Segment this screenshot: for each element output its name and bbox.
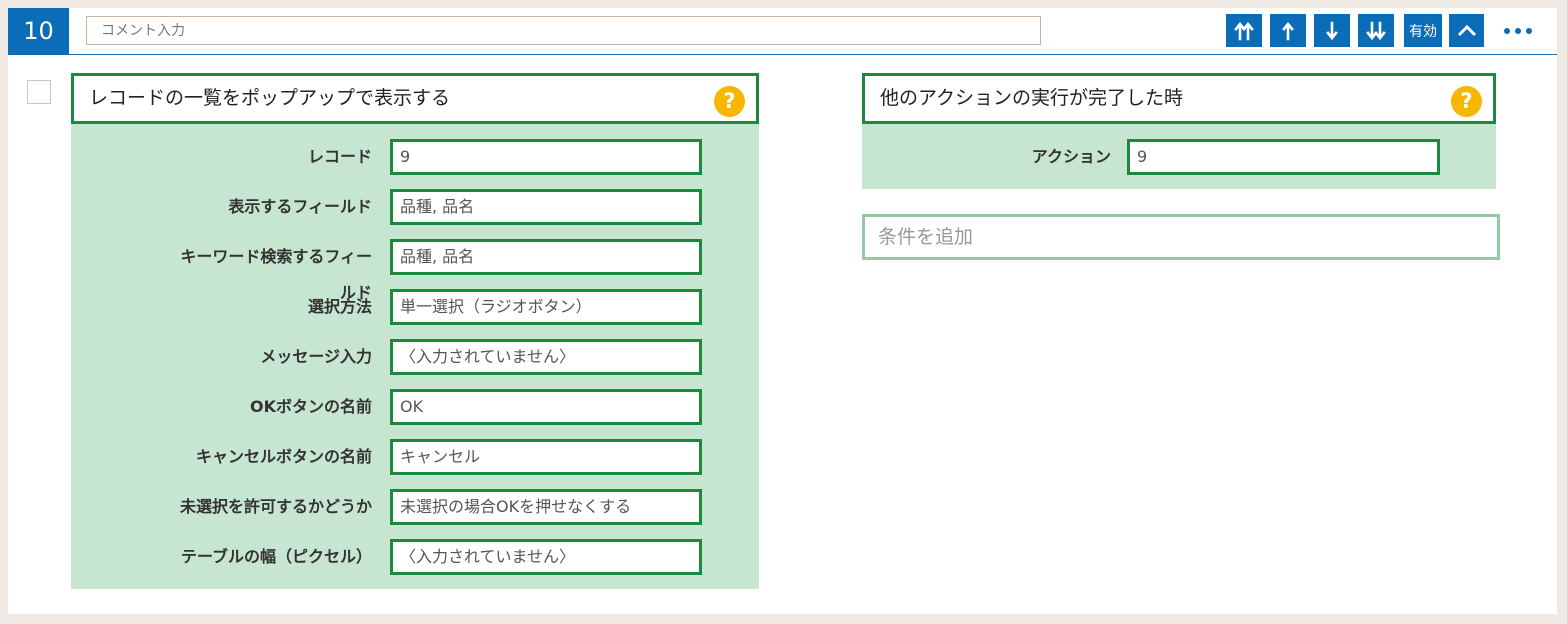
action-title-text: レコードの一覧をポップアップで表示する [89, 87, 451, 109]
field-label: キャンセルボタンの名前 [195, 447, 372, 466]
double-arrow-down-icon [1365, 21, 1387, 41]
more-horizontal-icon [1502, 27, 1534, 35]
action-settings-panel: レコード 9 表示するフィールド 品種, 品名 キーワード検索するフィールド 品種, 品名… [71, 124, 759, 589]
step-number: 10 [8, 8, 69, 55]
move-up-button[interactable] [1270, 14, 1306, 47]
move-to-top-button[interactable] [1226, 14, 1262, 47]
double-arrow-up-icon [1233, 21, 1255, 41]
condition-panel-title[interactable]: 他のアクションの実行が完了した時 ? [862, 73, 1496, 124]
field-value[interactable]: 品種, 品名 [390, 189, 702, 225]
field-value[interactable]: 未選択の場合OKを押せなくする [390, 489, 702, 525]
field-label: 未選択を許可するかどうか [179, 497, 372, 516]
action-step-card: 10 コメント入力 有効 レコードの一覧をポップアップで表示する ? レコード … [8, 8, 1557, 614]
field-value[interactable]: 品種, 品名 [390, 239, 702, 275]
field-label: 表示するフィールド [228, 197, 372, 216]
field-value[interactable]: 〈入力されていません〉 [390, 539, 702, 575]
comment-input[interactable] [86, 16, 1041, 45]
field-value[interactable]: キャンセル [390, 439, 702, 475]
collapse-button[interactable] [1449, 14, 1484, 47]
enabled-toggle-button[interactable]: 有効 [1404, 14, 1442, 47]
arrow-up-icon [1281, 21, 1295, 41]
field-label: OKボタンの名前 [249, 397, 372, 416]
condition-title-text: 他のアクションの実行が完了した時 [880, 87, 1184, 109]
help-icon[interactable]: ? [714, 86, 745, 117]
field-label: アクション [1031, 147, 1111, 166]
more-options-button[interactable] [1498, 14, 1538, 47]
action-panel-title[interactable]: レコードの一覧をポップアップで表示する ? [71, 73, 759, 124]
arrow-down-icon [1325, 21, 1339, 41]
help-icon[interactable]: ? [1451, 86, 1482, 117]
field-label: レコード [307, 147, 372, 166]
field-label: テーブルの幅（ピクセル） [180, 547, 372, 566]
enabled-label: 有効 [1409, 23, 1437, 40]
step-header: 10 コメント入力 有効 [8, 8, 1557, 55]
field-value[interactable]: OK [390, 389, 702, 425]
field-value[interactable]: 単一選択（ラジオボタン） [390, 289, 702, 325]
field-label: 選択方法 [307, 297, 372, 316]
field-value[interactable]: 9 [390, 139, 702, 175]
chevron-up-icon [1457, 24, 1477, 38]
condition-settings-panel: アクション 9 [862, 124, 1496, 189]
field-value[interactable]: 9 [1127, 139, 1440, 175]
field-label: メッセージ入力 [260, 347, 372, 366]
step-select-checkbox[interactable] [27, 80, 51, 104]
add-condition-button[interactable]: 条件を追加 [862, 214, 1500, 260]
move-to-bottom-button[interactable] [1358, 14, 1394, 47]
move-down-button[interactable] [1314, 14, 1350, 47]
field-value[interactable]: 〈入力されていません〉 [390, 339, 702, 375]
